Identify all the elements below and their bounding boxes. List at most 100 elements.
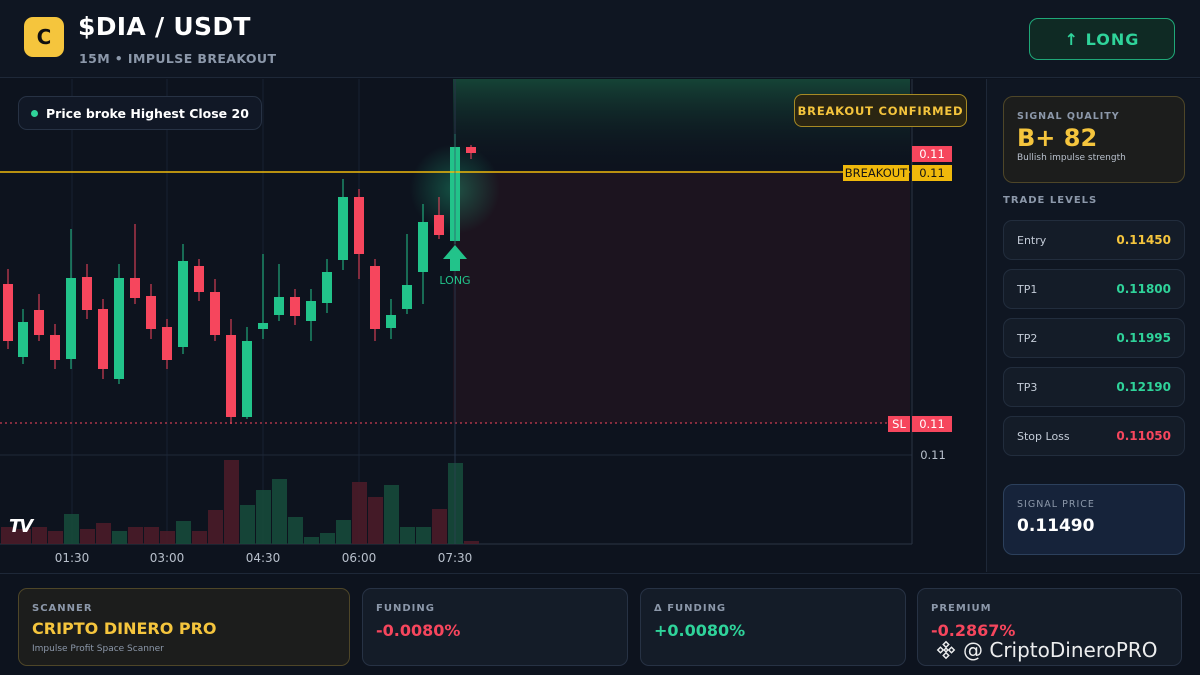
funding-label: FUNDING [376, 603, 435, 614]
candle-up [18, 322, 28, 357]
volume-scale-label: 0.11 [920, 448, 946, 462]
level-value: 0.12190 [1116, 380, 1171, 394]
level-name: TP2 [1017, 331, 1038, 345]
header: C $DIA / USDT 15M • IMPULSE BREAKOUT ↑ L… [0, 0, 1200, 78]
candle-up [402, 285, 412, 309]
volume-bar [272, 479, 287, 544]
binance-icon [936, 640, 956, 660]
signal-quality-card: SIGNAL QUALITY B+ 82 Bullish impulse str… [1003, 96, 1185, 183]
time-axis-label: 01:30 [55, 551, 90, 565]
volume-bar [96, 523, 111, 544]
volume-bar [336, 520, 351, 544]
price-chart[interactable]: LONG 01:30 03:00 04:30 06:00 07:30 Price bro… [0, 79, 985, 572]
volume-bar [320, 533, 335, 544]
level-tp2[interactable]: TP2 0.11995 [1003, 318, 1185, 358]
candle-down [370, 266, 380, 329]
candle-up [242, 341, 252, 417]
time-axis-label: 04:30 [246, 551, 281, 565]
trade-levels-title: TRADE LEVELS [1003, 195, 1098, 206]
tradingview-logo[interactable]: TV [9, 516, 33, 537]
candle-up [386, 315, 396, 328]
level-stop-loss[interactable]: Stop Loss 0.11050 [1003, 416, 1185, 456]
premium-label: PREMIUM [931, 603, 992, 614]
sl-price-tag: 0.11 [912, 416, 952, 432]
level-name: Stop Loss [1017, 429, 1070, 443]
volume-bar [400, 527, 415, 544]
breakout-confirmed-badge: BREAKOUT CONFIRMED [794, 94, 967, 127]
candle-down [466, 147, 476, 153]
level-entry[interactable]: Entry 0.11450 [1003, 220, 1185, 260]
level-tp1[interactable]: TP1 0.11800 [1003, 269, 1185, 309]
candle-down [226, 335, 236, 417]
last-price-tag: 0.11 [912, 146, 952, 162]
sl-label-tag: SL [888, 416, 910, 432]
delta-funding-value: +0.0080% [654, 621, 746, 640]
candle-up [418, 222, 428, 272]
signal-price-label: SIGNAL PRICE [1017, 499, 1095, 510]
bottom-stats: SCANNER CRIPTO DINERO PRO Impulse Profit… [0, 573, 1200, 675]
level-name: TP3 [1017, 380, 1038, 394]
app: C $DIA / USDT 15M • IMPULSE BREAKOUT ↑ L… [0, 0, 1200, 675]
volume-bar [160, 531, 175, 544]
volume-bar [64, 514, 79, 544]
candle-down [290, 297, 300, 316]
volume-bar [352, 482, 367, 544]
candle-down [146, 296, 156, 329]
level-name: TP1 [1017, 282, 1038, 296]
level-value: 0.11800 [1116, 282, 1171, 296]
timeframe-subtitle: 15M • IMPULSE BREAKOUT [79, 51, 277, 66]
volume-bar [240, 505, 255, 544]
level-value: 0.11450 [1116, 233, 1171, 247]
signal-quality-label: SIGNAL QUALITY [1017, 111, 1120, 122]
scanner-desc: Impulse Profit Space Scanner [32, 644, 164, 654]
app-logo: C [24, 17, 64, 57]
candle-up [114, 278, 124, 379]
volume-bar [464, 541, 479, 544]
candle-down [194, 266, 204, 292]
level-value: 0.11995 [1116, 331, 1171, 345]
funding-card: FUNDING -0.0080% [362, 588, 628, 666]
candle-down [50, 335, 60, 360]
time-axis-label: 06:00 [342, 551, 377, 565]
volume-bar [416, 527, 431, 544]
breakout-label-tag: BREAKOUT [843, 165, 909, 181]
volume-bar [128, 527, 143, 544]
candle-up [306, 301, 316, 321]
volume-bar [256, 490, 271, 544]
volume-bar [368, 497, 383, 544]
candle-down [434, 215, 444, 235]
volume-bar [144, 527, 159, 544]
volume-bar [192, 531, 207, 544]
candle-down [3, 284, 13, 341]
scanner-card: SCANNER CRIPTO DINERO PRO Impulse Profit… [18, 588, 350, 666]
candle-up [322, 272, 332, 303]
signal-price-value: 0.11490 [1017, 516, 1095, 536]
scanner-name: CRIPTO DINERO PRO [32, 619, 217, 638]
chart-canvas[interactable]: LONG 01:30 03:00 04:30 06:00 07:30 [0, 79, 985, 572]
candle-up [338, 197, 348, 260]
delta-funding-card: Δ FUNDING +0.0080% [640, 588, 906, 666]
scanner-label: SCANNER [32, 603, 93, 614]
candle-down [82, 277, 92, 310]
signal-price-card: SIGNAL PRICE 0.11490 [1003, 484, 1185, 555]
time-axis-label: 03:00 [150, 551, 185, 565]
watermark: @ CriptoDineroPRO [935, 638, 1158, 662]
candle-down [34, 310, 44, 335]
long-signal-label: LONG [439, 274, 470, 287]
candle-down [162, 327, 172, 360]
volume-bar [80, 529, 95, 544]
candle-down [210, 292, 220, 335]
volume-bar [32, 527, 47, 544]
candle-down [354, 197, 364, 254]
candle-down [98, 309, 108, 369]
level-tp3[interactable]: TP3 0.12190 [1003, 367, 1185, 407]
breakout-info-text: Price broke Highest Close 20 [46, 105, 249, 121]
level-value: 0.11050 [1116, 429, 1171, 443]
volume-bar [176, 521, 191, 544]
volume-bar [48, 531, 63, 544]
breakout-price-tag: 0.11 [912, 165, 952, 181]
signal-quality-desc: Bullish impulse strength [1017, 153, 1126, 163]
watermark-text: @ CriptoDineroPRO [963, 638, 1158, 662]
long-button[interactable]: ↑ LONG [1029, 18, 1175, 60]
volume-bar [384, 485, 399, 544]
